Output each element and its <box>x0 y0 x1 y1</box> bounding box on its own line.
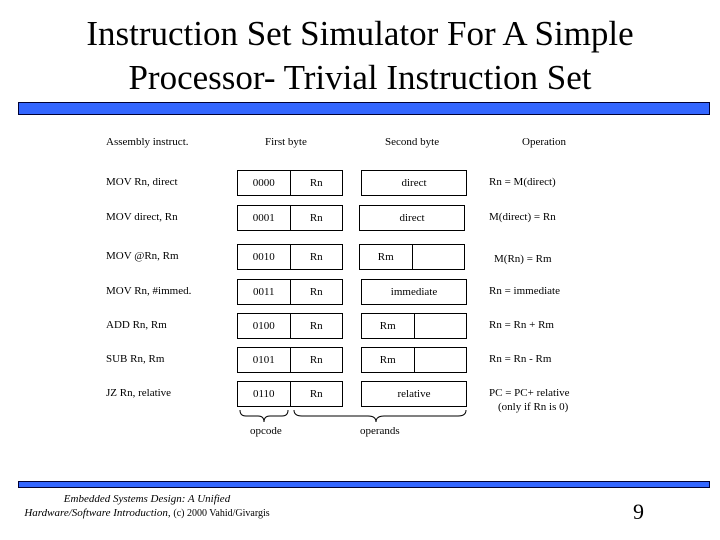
assembly-instruction: MOV Rn, #immed. <box>106 285 192 297</box>
page-number: 9 <box>633 499 644 524</box>
slide-title: Instruction Set Simulator For A Simple P… <box>0 12 720 100</box>
opcode-cell: 0101 <box>252 354 275 366</box>
assembly-instruction: ADD Rn, Rm <box>106 319 167 331</box>
opcode-cell: 0110 <box>252 388 275 400</box>
operation-text: PC = PC+ relative <box>489 387 570 399</box>
operand-cell <box>411 245 465 269</box>
operand-cell: direct <box>401 177 427 189</box>
opcode-brace <box>239 409 289 423</box>
operation-text: M(direct) = Rn <box>489 211 556 223</box>
first-byte-box: 0001 Rn <box>237 205 343 231</box>
footer-book-line-2: Hardware/Software Introduction, <box>24 507 171 519</box>
operands-brace <box>293 409 467 423</box>
first-byte-box: 0101 Rn <box>237 347 343 373</box>
second-byte-box: Rm <box>361 347 467 373</box>
operands-label: operands <box>360 425 400 437</box>
operand-cell: Rm <box>377 251 394 263</box>
title-line-1: Instruction Set Simulator For A Simple <box>86 14 634 53</box>
operand-cell: Rm <box>379 354 396 366</box>
second-byte-box: direct <box>361 170 467 196</box>
second-byte-box: direct <box>359 205 465 231</box>
operation-text: M(Rn) = Rm <box>494 253 552 265</box>
operation-text: Rn = Rn - Rm <box>489 353 552 365</box>
operand-cell: relative <box>397 388 431 400</box>
opcode-cell: 0011 <box>252 286 275 298</box>
operation-text: Rn = Rn + Rm <box>489 319 554 331</box>
footer-divider <box>18 481 710 488</box>
second-byte-box: Rm <box>361 313 467 339</box>
register-cell: Rn <box>289 348 343 372</box>
second-byte-box: relative <box>361 381 467 407</box>
register-cell: Rn <box>289 206 343 230</box>
operand-cell <box>413 314 467 338</box>
first-byte-box: 0100 Rn <box>237 313 343 339</box>
first-byte-box: 0110 Rn <box>237 381 343 407</box>
operation-text: Rn = M(direct) <box>489 176 556 188</box>
title-line-2: Processor- Trivial Instruction Set <box>128 58 592 97</box>
title-divider <box>18 102 710 115</box>
header-second-byte: Second byte <box>385 136 440 148</box>
opcode-cell: 0000 <box>252 177 275 189</box>
operation-text: Rn = immediate <box>489 285 560 297</box>
footer-copyright: (c) 2000 Vahid/Givargis <box>173 508 270 519</box>
operand-cell: direct <box>399 212 425 224</box>
opcode-label: opcode <box>250 425 282 437</box>
operation-note: (only if Rn is 0) <box>498 401 569 413</box>
header-operation: Operation <box>522 136 566 148</box>
operand-cell: immediate <box>390 286 438 298</box>
register-cell: Rn <box>289 382 343 406</box>
register-cell: Rn <box>289 280 343 304</box>
register-cell: Rn <box>289 314 343 338</box>
second-byte-box: immediate <box>361 279 467 305</box>
opcode-cell: 0010 <box>252 251 275 263</box>
operand-cell <box>413 348 467 372</box>
operand-cell: Rm <box>379 320 396 332</box>
opcode-cell: 0001 <box>252 212 275 224</box>
assembly-instruction: MOV @Rn, Rm <box>106 250 179 262</box>
first-byte-box: 0010 Rn <box>237 244 343 270</box>
first-byte-box: 0000 Rn <box>237 170 343 196</box>
register-cell: Rn <box>289 245 343 269</box>
assembly-instruction: JZ Rn, relative <box>106 387 172 399</box>
header-assembly: Assembly instruct. <box>106 136 189 148</box>
opcode-cell: 0100 <box>252 320 275 332</box>
footer-citation: Embedded Systems Design: A Unified Hardw… <box>20 492 274 521</box>
footer-book-line-1: Embedded Systems Design: A Unified <box>63 493 231 505</box>
brace-group <box>239 409 467 423</box>
assembly-instruction: MOV Rn, direct <box>106 176 178 188</box>
assembly-instruction: SUB Rn, Rm <box>106 353 165 365</box>
second-byte-box: Rm <box>359 244 465 270</box>
header-first-byte: First byte <box>265 136 307 148</box>
assembly-instruction: MOV direct, Rn <box>106 211 178 223</box>
register-cell: Rn <box>289 171 343 195</box>
first-byte-box: 0011 Rn <box>237 279 343 305</box>
